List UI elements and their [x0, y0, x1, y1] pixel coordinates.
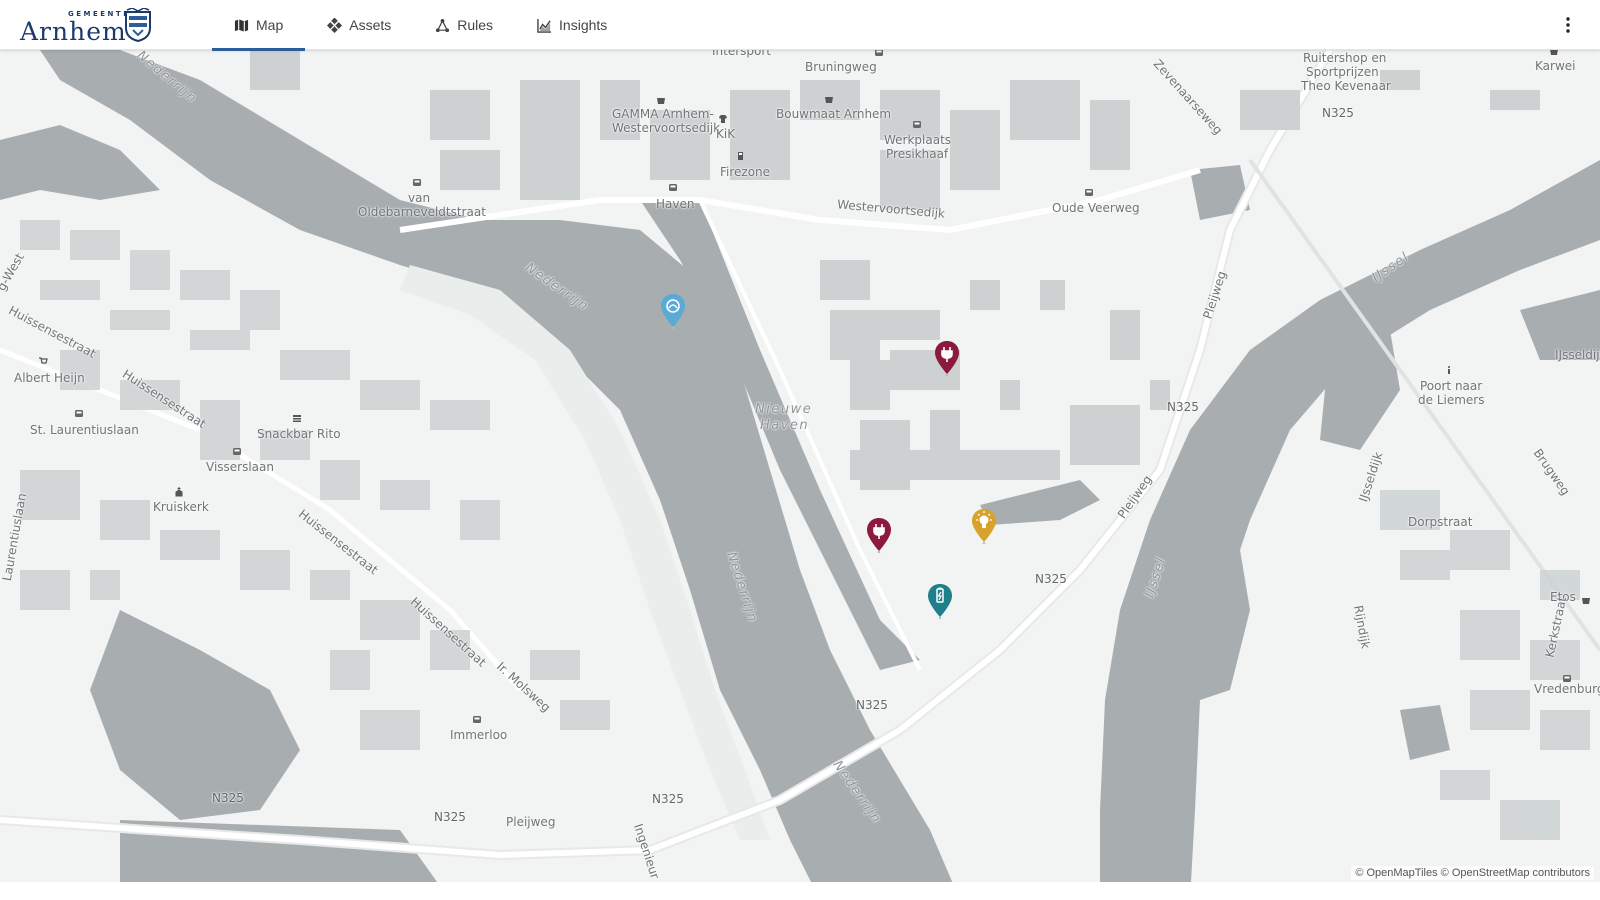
bus-stop-icon	[233, 448, 241, 455]
map-label-poort-naar: Poort naar	[1420, 379, 1483, 393]
map-label-sportprijzen: Sportprijzen	[1306, 65, 1379, 79]
more-options-icon[interactable]	[1558, 15, 1578, 35]
map-label-van: van	[408, 191, 431, 205]
map-label-pleijweg-3: Pleijweg	[506, 815, 556, 829]
map-label-kruiskerk: Kruiskerk	[153, 500, 209, 514]
nav-tab-rules-label: Rules	[457, 17, 494, 33]
map-base	[0, 50, 1600, 900]
nav-tab-insights[interactable]: Insights	[515, 0, 629, 50]
bus-stop-icon	[1563, 675, 1571, 682]
map-label-bruningweg: Bruningweg	[805, 60, 877, 74]
map-label-werkplaats-2: Presikhaaf	[886, 147, 949, 161]
map-label-n325-f: N325	[434, 810, 466, 824]
rules-icon	[436, 18, 450, 32]
ev-charger-icon	[867, 518, 891, 554]
map-icon	[234, 18, 249, 32]
nav-tab-assets[interactable]: Assets	[305, 0, 413, 50]
bus-stop-icon	[669, 184, 677, 191]
map-label-snackbar-rito: Snackbar Rito	[257, 427, 341, 441]
fast-food-icon	[293, 415, 301, 422]
map-label-n325-e: N325	[652, 792, 684, 806]
weather-station-icon	[661, 294, 685, 330]
top-bar: GEMEENTE Arnhem Map Assets Rules Insight…	[0, 0, 1600, 51]
asset-marker-streetlight[interactable]	[971, 508, 997, 545]
map-canvas[interactable]: Intersport Bruningweg Ruitershop en Spor…	[0, 50, 1600, 900]
shop-icon	[657, 98, 665, 104]
map-label-gamma-1: GAMMA Arnhem-	[612, 107, 714, 121]
battery-icon	[928, 584, 952, 620]
map-label-immerloo: Immerloo	[450, 728, 508, 742]
shop-icon	[1582, 598, 1590, 604]
map-label-vredenburg: Vredenburg	[1534, 682, 1600, 696]
shopping-cart-icon	[39, 357, 48, 364]
map-label-st-laurentiuslaan: St. Laurentiuslaan	[30, 423, 139, 437]
clothing-icon	[719, 115, 727, 123]
ev-charger-icon	[935, 341, 959, 377]
nav-tab-assets-label: Assets	[349, 17, 392, 33]
bus-stop-icon	[473, 716, 481, 723]
map-label-ijsseldijk-right: IJsseldijk	[1555, 348, 1600, 362]
assets-icon	[327, 17, 343, 33]
map-label-visserslaan: Visserslaan	[206, 460, 274, 474]
church-icon	[175, 487, 183, 497]
insights-icon	[537, 18, 552, 33]
map-label-oude-veerweg: Oude Veerweg	[1052, 201, 1140, 215]
map-label-n325-c: N325	[1035, 572, 1067, 586]
nav-tab-insights-label: Insights	[559, 17, 608, 33]
bottom-strip	[0, 882, 1600, 900]
map-label-nieuwe-haven: Haven	[760, 418, 810, 433]
map-label-n325-b: N325	[1167, 400, 1199, 414]
light-bulb-icon	[972, 509, 996, 545]
bus-stop-icon	[1085, 189, 1093, 196]
map-label-bouwmaat: Bouwmaat Arnhem	[776, 107, 892, 121]
bus-stop-icon	[913, 121, 921, 128]
arnhem-logo[interactable]: GEMEENTE Arnhem	[20, 6, 160, 46]
nav-tab-map-label: Map	[256, 17, 284, 33]
map-label-theo: Theo Kevenaar	[1301, 79, 1391, 93]
map-label-gamma-2: Westervoortsedijk	[612, 121, 721, 135]
bus-stop-icon	[75, 410, 83, 417]
shop-icon	[825, 97, 833, 103]
map-label-werkplaats-1: Werkplaats	[884, 133, 952, 147]
map-label-dorpstraat: Dorpstraat	[1408, 515, 1473, 529]
map-label-albert-heijn: Albert Heijn	[14, 371, 85, 385]
map-label-karwei: Karwei	[1535, 59, 1576, 73]
map-label-kik: KiK	[716, 127, 736, 141]
shop-icon	[1550, 50, 1558, 55]
nav-tab-map[interactable]: Map	[212, 0, 306, 51]
map-label-oldebarneveldtstraat: Oldebarneveldtstraat	[358, 205, 486, 219]
map-label-haven: Haven	[656, 197, 695, 211]
asset-marker-weather[interactable]	[660, 293, 686, 330]
map-attribution[interactable]: © OpenMapTiles © OpenStreetMap contribut…	[1351, 866, 1594, 880]
logo-text: Arnhem	[20, 17, 127, 46]
info-icon	[1448, 366, 1450, 374]
map-label-n325-d: N325	[856, 698, 888, 712]
map-label-de-liemers: de Liemers	[1418, 393, 1485, 407]
map-label-n325-g: N325	[212, 791, 244, 805]
bus-stop-icon	[875, 50, 883, 56]
map-label-ruitershop: Ruitershop en	[1303, 51, 1387, 65]
bus-stop-icon	[413, 179, 421, 186]
nav-tab-rules[interactable]: Rules	[413, 0, 515, 50]
map-label-n325-a: N325	[1322, 106, 1354, 120]
map-label-intersport: Intersport	[712, 50, 772, 58]
asset-marker-charger-2[interactable]	[866, 517, 892, 554]
map-label-nieuwe: Nieuwe	[755, 402, 813, 417]
asset-marker-battery[interactable]	[927, 583, 953, 620]
asset-marker-charger-1[interactable]	[934, 340, 960, 377]
crest-icon	[125, 8, 151, 42]
main-nav: Map Assets Rules Insights	[212, 0, 629, 51]
map-label-firezone: Firezone	[720, 165, 771, 179]
fuel-icon	[738, 152, 743, 160]
